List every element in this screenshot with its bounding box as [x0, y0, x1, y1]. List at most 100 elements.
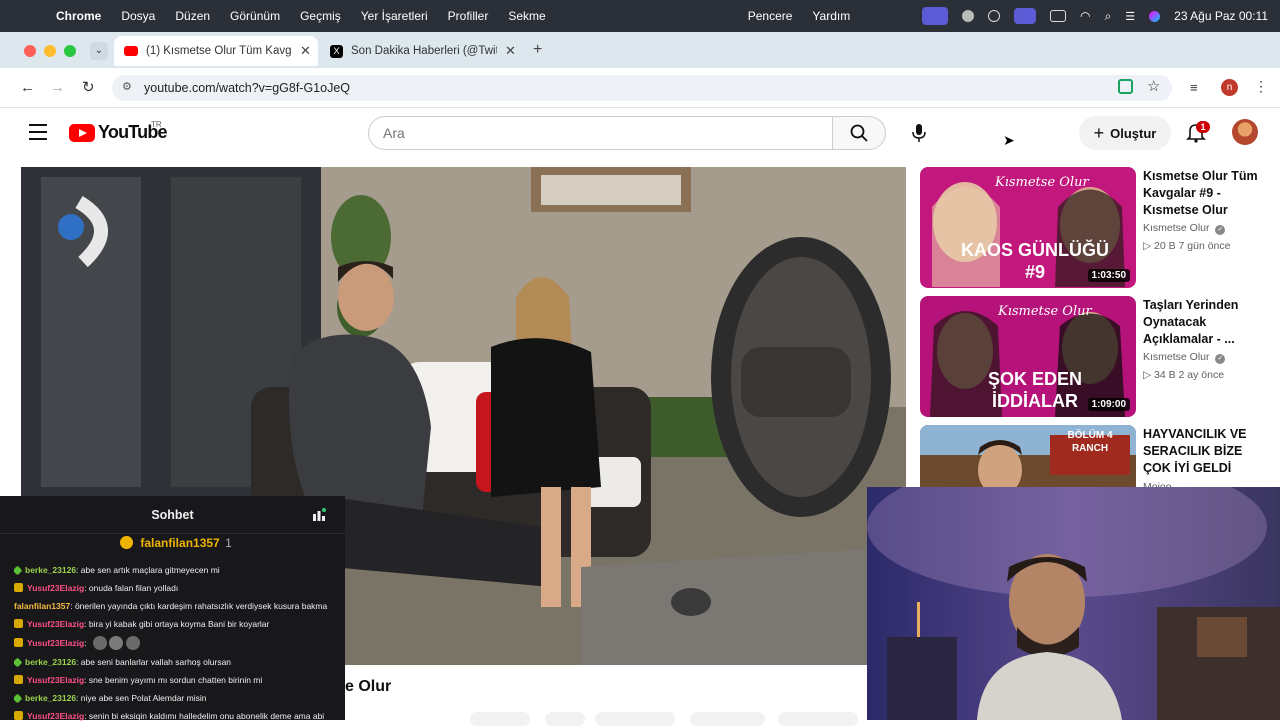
tab-title: (1) Kısmetse Olur Tüm Kavgalı: [146, 45, 292, 57]
zoom-window-button[interactable]: [64, 45, 76, 57]
wifi-icon[interactable]: ◠: [1080, 9, 1090, 23]
minimize-window-button[interactable]: [44, 45, 56, 57]
plus-icon: +: [1093, 122, 1105, 143]
hamburger-menu-icon[interactable]: [29, 124, 47, 140]
like-button[interactable]: [470, 712, 530, 726]
siri-icon[interactable]: [1149, 10, 1161, 22]
search-input[interactable]: [383, 117, 823, 149]
battery-icon[interactable]: [1050, 10, 1067, 22]
create-button[interactable]: + Oluştur: [1079, 116, 1171, 150]
download-button[interactable]: [595, 712, 675, 726]
site-info-icon[interactable]: ⚙: [122, 80, 132, 93]
clock-datetime[interactable]: 23 Ağu Paz 00:11: [1174, 9, 1268, 23]
emote-icon: [109, 636, 124, 650]
chat-username[interactable]: Yusuf23Elazig: [27, 675, 84, 685]
profile-avatar[interactable]: n: [1221, 79, 1238, 96]
related-video-title[interactable]: Taşları Yerinden Oynatacak Açıklamalar -…: [1143, 297, 1268, 348]
tab-youtube[interactable]: (1) Kısmetse Olur Tüm Kavgalı ✕: [114, 36, 318, 66]
chat-users-icon[interactable]: [312, 508, 326, 522]
chat-badge-icon: [14, 565, 23, 575]
close-window-button[interactable]: [24, 45, 36, 57]
chat-message: Yusuf23Elazig: sne benim yayımı mı sordu…: [14, 675, 342, 685]
search-icon[interactable]: ⌕: [1105, 9, 1112, 24]
window-icon[interactable]: [1014, 8, 1037, 24]
play-icon[interactable]: [988, 10, 1001, 22]
menu-app-name[interactable]: Chrome: [56, 9, 101, 23]
chat-text: : sne benim yayımı mı sordun chatten bir…: [84, 675, 263, 685]
chat-badge-icon: [14, 638, 23, 647]
pinned-username: falanfilan1357: [140, 536, 220, 550]
related-video-thumbnail[interactable]: BÖLÜM 4 RANCH: [920, 425, 1136, 487]
save-button[interactable]: [778, 712, 858, 726]
chat-text: : onuda falan filan yolladı: [84, 583, 179, 593]
omnibox[interactable]: ⚙ youtube.com/watch?v=gG8f-G1oJeQ ☆: [112, 75, 1172, 101]
menu-item-bookmarks[interactable]: Yer İşaretleri: [361, 9, 428, 23]
user-avatar[interactable]: [1232, 119, 1258, 145]
reload-icon[interactable]: ↻: [82, 78, 95, 96]
chat-username[interactable]: falanfilan1357: [14, 601, 70, 611]
related-video-title[interactable]: Kısmetse Olur Tüm Kavgalar #9 - Kısmetse…: [1143, 168, 1268, 219]
menu-item-history[interactable]: Geçmiş: [300, 9, 341, 23]
chat-username[interactable]: berke_23126: [25, 693, 76, 703]
share-button[interactable]: [545, 712, 585, 726]
menu-item-help[interactable]: Yardım: [812, 9, 850, 23]
related-video-title[interactable]: HAYVANCILIK VE SERACILIK BİZE ÇOK İYİ GE…: [1143, 426, 1268, 478]
status-app-icon[interactable]: [962, 10, 975, 22]
menu-item-edit[interactable]: Düzen: [175, 9, 210, 23]
tab-title: Son Dakika Haberleri (@Twitte: [351, 45, 497, 57]
chat-badge-icon: [14, 657, 23, 667]
chat-username[interactable]: Yusuf23Elazig: [27, 638, 84, 648]
youtube-icon: [124, 46, 138, 56]
new-tab-button[interactable]: +: [533, 41, 542, 59]
chat-username[interactable]: Yusuf23Elazig: [27, 619, 84, 629]
gift-badge-icon: [120, 536, 133, 549]
menu-item-view[interactable]: Görünüm: [230, 9, 280, 23]
channel-logo-icon: [58, 214, 84, 240]
menu-item-profiles[interactable]: Profiller: [448, 9, 489, 23]
tab-search-chevron-icon[interactable]: ⌄: [90, 42, 108, 60]
x-icon: X: [330, 44, 343, 58]
install-app-icon[interactable]: [1118, 79, 1133, 94]
video-duration: 1:03:50: [1087, 269, 1130, 282]
chat-username[interactable]: berke_23126: [25, 657, 76, 667]
related-video-channel[interactable]: Kısmetse Olur ✓: [1143, 351, 1226, 364]
control-center-icon[interactable]: ☰: [1125, 10, 1135, 23]
search-box[interactable]: [368, 116, 833, 150]
related-video-thumbnail[interactable]: Kısmetse Olur KAOS GÜNLÜĞÜ #9 1:03:50: [920, 167, 1136, 288]
screen-share-icon[interactable]: [922, 7, 949, 25]
bookmark-star-icon[interactable]: ☆: [1147, 77, 1160, 95]
chat-message: Yusuf23Elazig:: [14, 636, 342, 652]
chat-username[interactable]: berke_23126: [25, 565, 76, 575]
related-video-channel[interactable]: Mojoo: [1143, 480, 1172, 487]
forward-arrow-icon[interactable]: →: [50, 79, 65, 96]
youtube-logo-icon[interactable]: [69, 124, 95, 142]
chat-badge-icon: [14, 619, 23, 628]
back-arrow-icon[interactable]: ←: [20, 79, 35, 96]
menu-item-tab[interactable]: Sekme: [508, 9, 545, 23]
toolbar: ← → ↻ ⚙ youtube.com/watch?v=gG8f-G1oJeQ …: [0, 68, 1280, 108]
related-video-channel[interactable]: Kısmetse Olur ✓: [1143, 222, 1226, 235]
clip-button[interactable]: [690, 712, 765, 726]
voice-search-button[interactable]: [902, 116, 936, 150]
chat-text: : abe sen artık maçlara gitmeyecen mi: [76, 565, 220, 575]
reading-list-icon[interactable]: ≡: [1190, 80, 1198, 95]
chat-username[interactable]: Yusuf23Elazig: [27, 583, 84, 593]
search-button[interactable]: [832, 116, 886, 150]
tab-twitter[interactable]: X Son Dakika Haberleri (@Twitte ✕: [322, 36, 526, 66]
emote-icon: [92, 636, 107, 650]
create-label: Oluştur: [1110, 125, 1157, 141]
pinned-gift-banner[interactable]: falanfilan1357 1: [120, 536, 232, 550]
chat-message: berke_23126: abe sen artık maçlara gitme…: [14, 565, 342, 575]
close-tab-icon[interactable]: ✕: [505, 43, 516, 59]
menu-item-file[interactable]: Dosya: [121, 9, 155, 23]
close-tab-icon[interactable]: ✕: [300, 43, 311, 59]
chat-text: : niye abe sen Polat Alemdar misin: [76, 693, 207, 703]
chat-message: falanfilan1357: önerilen yayında çıktı k…: [14, 601, 342, 611]
related-video-thumbnail[interactable]: Kısmetse Olur ŞOK EDEN İDDİALAR 1:09:00: [920, 296, 1136, 417]
chrome-menu-icon[interactable]: ⋮: [1254, 78, 1268, 95]
video-title: e Olur: [345, 678, 392, 695]
related-video-meta: ▷ 20 B 7 gün önce: [1143, 240, 1231, 252]
menu-item-window[interactable]: Pencere: [748, 9, 793, 23]
stream-chat-panel: Sohbet falanfilan1357 1 berke_23126: abe…: [0, 496, 345, 721]
url-text: youtube.com/watch?v=gG8f-G1oJeQ: [144, 81, 351, 95]
